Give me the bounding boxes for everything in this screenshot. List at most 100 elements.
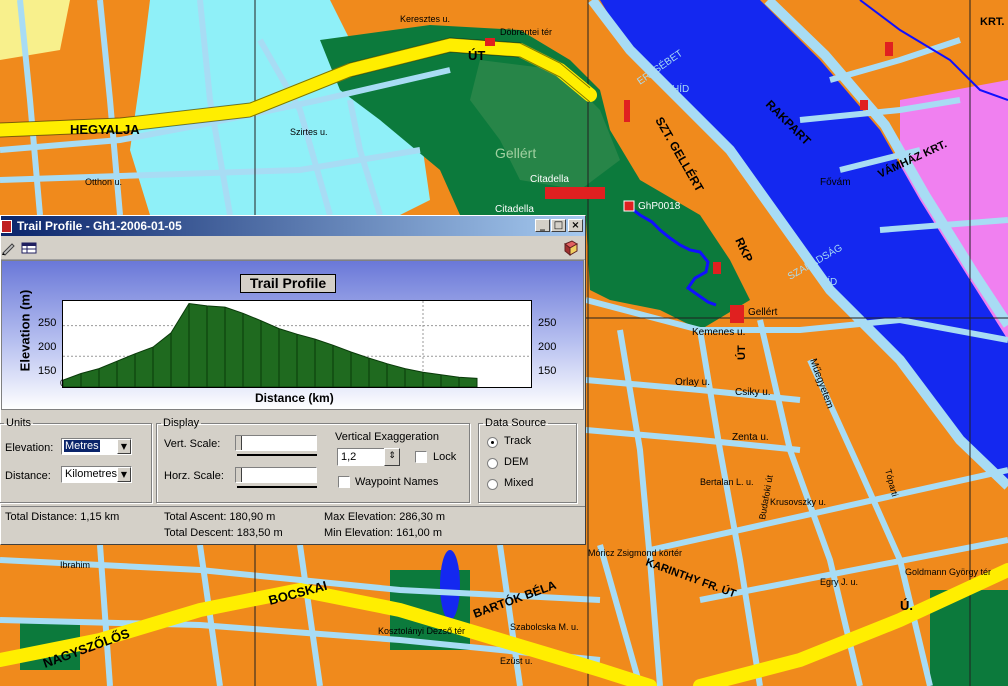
vert-exag-label: Vertical Exaggeration (335, 431, 439, 443)
chevron-down-icon[interactable]: ▼ (117, 467, 131, 482)
label-sziget: Szirtes u. (290, 127, 328, 137)
label-szabolcska: Szabolcska M. u. (510, 622, 579, 632)
horz-scale-slider[interactable] (235, 467, 317, 483)
label-ut-right: ÚT (735, 345, 748, 360)
label-hid2: HÍD (820, 275, 837, 288)
spin-arrows-icon[interactable]: ⇕ (384, 448, 400, 466)
vert-scale-slider[interactable] (235, 435, 317, 451)
label-ibrahim: Ibrahim (60, 560, 90, 570)
label-kosztolanyi: Kosztolányi Dezső tér (378, 626, 465, 636)
distance-units-select[interactable]: Kilometres ▼ (61, 466, 132, 483)
label-hegyalja: HEGYALJA (70, 122, 140, 137)
label-waypoint: GhP0018 (638, 201, 681, 212)
pond (440, 550, 460, 620)
citadella-building (545, 187, 605, 199)
label-fovam: Fővám (820, 177, 851, 188)
label-citadella2: Citadella (495, 204, 534, 215)
total-ascent: Total Ascent: 180,90 m (164, 511, 276, 523)
distance-units-value: Kilometres (65, 468, 117, 480)
units-legend: Units (6, 417, 32, 429)
window-titlebar[interactable]: Trail Profile - Gh1-2006-01-05 _ □ × (1, 216, 585, 236)
distance-label: Distance: (5, 470, 51, 482)
trail-profile-window: Trail Profile - Gh1-2006-01-05 _ □ × Tra… (0, 215, 586, 545)
gellert-hotel (730, 305, 744, 323)
elevation-label: Elevation: (5, 442, 54, 454)
label-kemenes: Kemenes u. (692, 327, 745, 338)
label-zenta: Zenta u. (732, 432, 769, 443)
close-button[interactable]: × (568, 219, 583, 232)
building-5 (624, 100, 630, 122)
graph-title: Trail Profile (240, 274, 336, 293)
pencil-icon[interactable] (1, 240, 17, 256)
table-icon[interactable] (21, 240, 37, 256)
label-hid1: HÍD (672, 82, 689, 95)
label-csiky: Csiky u. (735, 387, 771, 398)
label-moricz: Móricz Zsigmond körtér (588, 548, 682, 558)
label-gellert-sq: Gellért (748, 307, 778, 318)
vert-exag-input[interactable]: 1,2 (337, 448, 385, 466)
vert-scale-label: Vert. Scale: (164, 438, 221, 450)
radio-track[interactable] (487, 437, 498, 448)
elevation-units-value: Metres (64, 440, 100, 452)
radio-dem[interactable] (487, 458, 498, 469)
label-citadella1: Citadella (530, 174, 569, 185)
y-tick-right: 200 (538, 341, 557, 353)
building-1 (485, 38, 495, 46)
lock-label: Lock (433, 451, 457, 463)
label-bertalan: Bertalan L. u. (700, 477, 754, 487)
elevation-area (62, 302, 478, 388)
label-gellert: Gellért (495, 145, 536, 161)
waypoint-marker[interactable] (623, 200, 635, 212)
label-keresztes: Keresztes u. (400, 14, 450, 24)
max-elevation: Max Elevation: 286,30 m (324, 511, 446, 523)
elevation-units-select[interactable]: Metres ▼ (61, 438, 132, 455)
vert-exag-value: 1,2 (341, 451, 357, 463)
stats-bar: Total Distance: 1,15 km Total Ascent: 18… (1, 506, 585, 545)
radio-mixed-label: Mixed (504, 477, 534, 489)
slider-thumb[interactable] (236, 436, 242, 450)
toolbar (1, 237, 585, 260)
x-axis-label: Distance (km) (255, 391, 334, 405)
label-goldmann: Goldmann György tér (905, 567, 991, 577)
building-2 (713, 262, 721, 274)
profile-plot-area[interactable] (62, 300, 532, 388)
lock-checkbox[interactable] (415, 451, 427, 463)
label-ut-top: ÚT (468, 48, 485, 63)
building-4 (860, 100, 868, 110)
label-otthon: Otthon u. (85, 177, 122, 187)
maximize-button[interactable]: □ (551, 219, 566, 232)
data-source-legend: Data Source (485, 417, 547, 429)
label-krusovszky: Krusovszky u. (770, 497, 826, 507)
book-icon[interactable] (563, 240, 579, 256)
total-descent: Total Descent: 183,50 m (164, 527, 283, 539)
slider-track (237, 486, 317, 488)
label-orlay: Orlay u. (675, 377, 710, 388)
app-icon (1, 220, 12, 233)
window-title: Trail Profile - Gh1-2006-01-05 (17, 219, 182, 233)
slider-thumb[interactable] (236, 468, 242, 482)
radio-mixed[interactable] (487, 479, 498, 490)
label-egry: Egry J. u. (820, 577, 858, 587)
building-3 (885, 42, 893, 56)
horz-scale-label: Horz. Scale: (164, 470, 224, 482)
label-ezust: Ezüst u. (500, 656, 533, 666)
units-group: Units (0, 417, 152, 503)
label-doberdo: Döbrentei tér (500, 27, 552, 37)
waypoint-names-label: Waypoint Names (355, 476, 439, 488)
y-tick-right: 250 (538, 317, 557, 329)
y-tick-left: 150 (38, 365, 57, 377)
chevron-down-icon[interactable]: ▼ (117, 439, 131, 454)
min-elevation: Min Elevation: 161,00 m (324, 527, 443, 539)
display-legend: Display (163, 417, 200, 429)
label-korut: KRT. (980, 16, 1004, 28)
total-distance: Total Distance: 1,15 km (5, 511, 120, 523)
profile-graph-panel: Trail Profile Elevation (m) Distance (km… (1, 260, 584, 410)
y-tick-left: 250 (38, 317, 57, 329)
radio-dem-label: DEM (504, 456, 529, 468)
y-tick-right: 150 (538, 365, 557, 377)
minimize-button[interactable]: _ (535, 219, 550, 232)
waypoint-names-checkbox[interactable] (338, 476, 350, 488)
profile-chart (62, 301, 531, 388)
y-axis-label: Elevation (m) (17, 289, 33, 372)
radio-track-label: Track (504, 435, 532, 447)
